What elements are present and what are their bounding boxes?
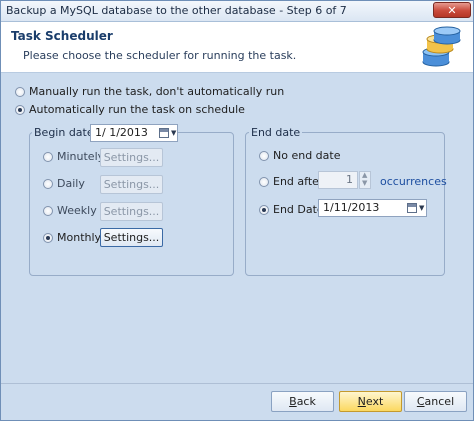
cancel-button-access-key: C xyxy=(416,395,425,408)
minutely-label: Minutely xyxy=(57,150,105,163)
next-button-access-key: N xyxy=(357,395,366,408)
weekly-label: Weekly xyxy=(57,204,97,217)
daily-radio[interactable] xyxy=(43,179,53,189)
monthly-label: Monthly xyxy=(57,231,102,244)
window-title: Backup a MySQL database to the other dat… xyxy=(6,4,347,17)
calendar-icon xyxy=(159,128,169,138)
begin-date-legend: Begin date xyxy=(32,126,96,139)
occurrences-label: occurrences xyxy=(380,175,447,188)
daily-settings-button[interactable]: Settings... xyxy=(100,175,163,194)
back-button-label-rest: ack xyxy=(296,395,316,408)
chevron-up-icon: ▲ xyxy=(362,171,368,179)
title-bar: Backup a MySQL database to the other dat… xyxy=(1,1,473,22)
wizard-window: Backup a MySQL database to the other dat… xyxy=(0,0,474,421)
end-date-value: 1/11/2013 xyxy=(323,201,380,214)
footer-divider xyxy=(1,383,473,384)
page-subtitle: Please choose the scheduler for running … xyxy=(23,49,297,62)
begin-date-value: 1/ 1/2013 xyxy=(95,126,148,139)
no-end-date-label: No end date xyxy=(273,149,341,162)
page-title: Task Scheduler xyxy=(11,29,113,43)
next-button[interactable]: Next xyxy=(339,391,402,412)
manual-run-radio[interactable] xyxy=(15,87,25,97)
cancel-button-label-rest: ancel xyxy=(424,395,455,408)
occurrences-input[interactable]: 1 xyxy=(318,171,358,189)
end-date-radio[interactable] xyxy=(259,205,269,215)
minutely-settings-button[interactable]: Settings... xyxy=(100,148,163,167)
back-button[interactable]: Back xyxy=(271,391,334,412)
monthly-settings-button[interactable]: Settings... xyxy=(100,228,163,247)
occurrences-stepper[interactable]: ▲ ▼ xyxy=(359,171,371,189)
auto-run-radio[interactable] xyxy=(15,105,25,115)
close-icon: ✕ xyxy=(447,4,457,17)
end-date-label: End Date xyxy=(273,203,324,216)
calendar-icon xyxy=(407,203,417,213)
database-icon xyxy=(422,26,461,67)
back-button-access-key: B xyxy=(289,395,297,408)
minutely-radio[interactable] xyxy=(43,152,53,162)
weekly-radio[interactable] xyxy=(43,206,53,216)
begin-date-picker[interactable]: 1/ 1/2013 ▼ xyxy=(90,124,178,142)
end-after-radio[interactable] xyxy=(259,177,269,187)
end-after-label: End after xyxy=(273,175,324,188)
end-date-picker[interactable]: 1/11/2013 ▼ xyxy=(318,199,427,217)
weekly-settings-button[interactable]: Settings... xyxy=(100,202,163,221)
chevron-down-icon: ▼ xyxy=(419,204,425,212)
auto-run-label: Automatically run the task on schedule xyxy=(29,103,245,116)
chevron-down-icon: ▼ xyxy=(362,179,368,187)
daily-label: Daily xyxy=(57,177,85,190)
wizard-header: Task Scheduler Please choose the schedul… xyxy=(1,22,473,73)
close-button[interactable]: ✕ xyxy=(433,2,471,18)
cancel-button[interactable]: Cancel xyxy=(404,391,467,412)
chevron-down-icon: ▼ xyxy=(171,129,177,137)
monthly-radio[interactable] xyxy=(43,233,53,243)
next-button-label-rest: ext xyxy=(365,395,384,408)
end-date-legend: End date xyxy=(249,126,303,139)
manual-run-label: Manually run the task, don't automatical… xyxy=(29,85,285,98)
no-end-date-radio[interactable] xyxy=(259,151,269,161)
